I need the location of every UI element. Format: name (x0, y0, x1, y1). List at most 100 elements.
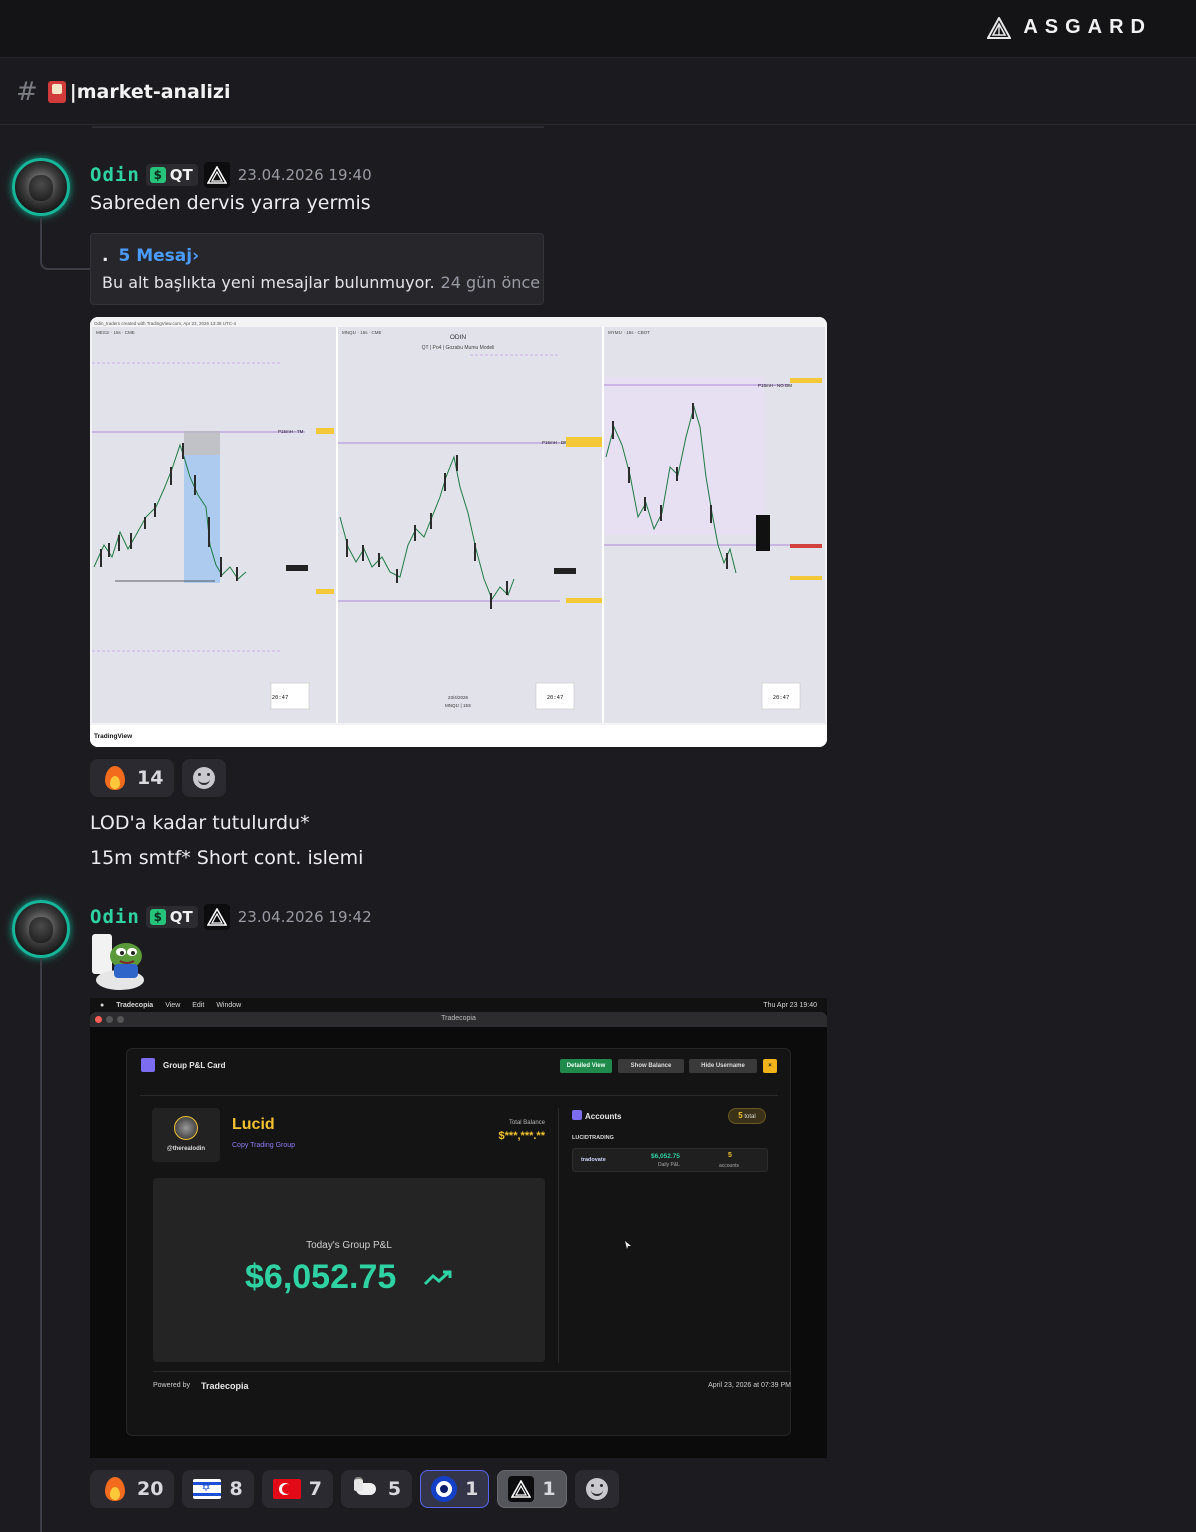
channel-hash-icon: # (16, 76, 38, 107)
pane-timer-3: 20:47 (773, 695, 790, 701)
reaction-bar: 14 (90, 759, 227, 797)
server-tag-icon[interactable] (203, 162, 230, 188)
reaction-asgard[interactable]: 1 (497, 1470, 567, 1508)
fire-emoji-icon (101, 1475, 129, 1503)
top-bar: ASGARD (0, 0, 1196, 58)
card-title: Group P&L Card (163, 1061, 226, 1070)
nazar-eye-icon (431, 1476, 458, 1502)
row-pnl: $6,052.75 (651, 1153, 680, 1160)
hide-username-button[interactable]: Hide Username (689, 1059, 757, 1073)
tradingview-footer: TradingView (94, 733, 133, 740)
pane-symbol-1: MES1! · 15s · CME (96, 330, 135, 335)
chart-center-title: ODIN (450, 334, 467, 341)
message-header: Odin $ QT 23.04.2026 19:42 (90, 904, 372, 930)
reaction-fire[interactable]: 20 (90, 1470, 175, 1508)
add-reaction-button[interactable] (574, 1470, 619, 1508)
thread-title[interactable]: .5 Mesaj› (102, 246, 199, 266)
card-body: @therealodin Lucid Copy Trading Group To… (140, 1095, 791, 1407)
tradecopia-attachment[interactable]: ● Tradecopia View Edit Window Thu Apr 23… (90, 998, 827, 1458)
thread-preview[interactable]: .5 Mesaj› Bu alt başlıkta yeni mesajlar … (90, 233, 544, 305)
pnl-label: Today's Group P&L (306, 1240, 392, 1251)
chart-attachment[interactable]: Odin_traders created with TradingView.co… (90, 317, 827, 747)
thread-age: 24 gün önce (440, 273, 541, 292)
account-row[interactable]: tradovate $6,052.75 Daily P&L 5 accounts (572, 1148, 768, 1172)
detailed-view-button[interactable]: Detailed View (560, 1059, 612, 1073)
message-timestamp: 23.04.2026 19:40 (237, 166, 372, 184)
tradingview-chart-image: Odin_traders created with TradingView.co… (90, 317, 827, 747)
role-label: QT (169, 166, 193, 184)
card-header: Group P&L Card Detailed View Show Balanc… (127, 1049, 790, 1085)
accounts-icon (572, 1110, 582, 1120)
message-header: Odin $ QT 23.04.2026 19:40 (90, 162, 372, 188)
reaction-count: 5 (387, 1478, 402, 1500)
reaction-count: 7 (308, 1478, 322, 1500)
pane-timer-1: 20:47 (272, 695, 289, 701)
total-balance-label: Total Balance (508, 1120, 545, 1126)
row-accounts: 5 (728, 1152, 732, 1159)
broker-name: tradovate (581, 1157, 606, 1163)
menubar-clock: Thu Apr 23 19:40 (763, 1001, 817, 1009)
pnl-value: $6,052.75 (245, 1258, 397, 1296)
chart-center-date: 23/4/2026 (448, 695, 469, 700)
menu-app: Tradecopia (116, 1001, 154, 1009)
profile-avatar (174, 1116, 198, 1140)
mouse-cursor-icon (625, 1241, 631, 1249)
pepe-toilet-sticker-icon[interactable] (90, 930, 150, 996)
israel-flag-icon (193, 1479, 222, 1499)
card-footer: Powered by Tradecopia April 23, 2026 at … (153, 1371, 791, 1401)
brand[interactable]: ASGARD (987, 16, 1152, 39)
smiley-icon (193, 767, 216, 789)
accounts-total-badge: 5 total (728, 1108, 766, 1124)
accounts-title: Accounts (585, 1112, 622, 1121)
role-badge[interactable]: $ QT (145, 164, 198, 186)
menu-window: Window (216, 1001, 242, 1009)
cube-icon (141, 1058, 155, 1072)
powered-brand: Tradecopia (201, 1381, 249, 1391)
channel-emoji-icon (47, 80, 66, 103)
pane-symbol-3: MYM1! · 15s · CBOT (608, 330, 650, 335)
close-card-button[interactable]: × (763, 1059, 777, 1073)
reaction-count: 14 (137, 767, 164, 789)
chart-center-subtitle: QT | Po4 | Gozabu Mumu Modeli (422, 345, 495, 351)
reaction-fire[interactable]: 14 (90, 759, 175, 797)
reaction-nazar[interactable]: 1 (420, 1470, 490, 1508)
fire-emoji-icon (101, 764, 129, 792)
role-badge[interactable]: $ QT (145, 906, 198, 928)
author-avatar[interactable] (12, 900, 70, 958)
asgard-logo-icon (987, 16, 1012, 39)
thread-count[interactable]: 5 Mesaj› (118, 246, 199, 266)
author-avatar[interactable] (12, 158, 70, 216)
group-label: Copy Trading Group (232, 1142, 296, 1149)
smiley-icon (585, 1478, 608, 1500)
reaction-israel-flag[interactable]: 8 (182, 1470, 254, 1508)
profile-box: @therealodin (152, 1108, 220, 1162)
message-text: 15m smtf* Short cont. islemi (90, 847, 364, 869)
role-dollar-icon: $ (149, 167, 166, 183)
mac-menubar: ● Tradecopia View Edit Window Thu Apr 23… (90, 998, 827, 1012)
message-timestamp: 23.04.2026 19:42 (237, 908, 372, 926)
window-title: Tradecopia (441, 1015, 476, 1022)
group-pnl-card: Group P&L Card Detailed View Show Balanc… (126, 1048, 791, 1436)
reaction-count: 1 (465, 1478, 479, 1500)
row-pnl-label: Daily P&L (658, 1162, 680, 1168)
show-balance-button[interactable]: Show Balance (618, 1059, 684, 1073)
total-balance-value: $***,***.** (498, 1130, 545, 1142)
author-name[interactable]: Odin (90, 906, 140, 928)
reaction-turkey-flag[interactable]: 7 (261, 1470, 333, 1508)
previous-message-edge (92, 126, 544, 128)
brand-name: ASGARD (1023, 16, 1152, 38)
author-name[interactable]: Odin (90, 164, 140, 186)
row-accounts-label: accounts (719, 1163, 740, 1169)
goat-icon (352, 1475, 380, 1503)
reaction-count: 8 (229, 1478, 243, 1500)
add-reaction-button[interactable] (182, 759, 227, 797)
asgard-logo-icon (508, 1476, 535, 1502)
channel-header: # |market-analizi (0, 59, 1196, 125)
window-titlebar: Tradecopia (90, 1012, 827, 1027)
pane-label-2: P15mH - DM (542, 440, 568, 445)
chart-center-symbol: MNQ1! | 15S (445, 703, 471, 708)
reaction-goat[interactable]: 5 (340, 1470, 413, 1508)
pane-timer-2: 20:47 (547, 695, 564, 701)
server-tag-icon[interactable] (203, 904, 230, 930)
pane-symbol-2: MNQ1! · 15s · CME (342, 330, 382, 335)
